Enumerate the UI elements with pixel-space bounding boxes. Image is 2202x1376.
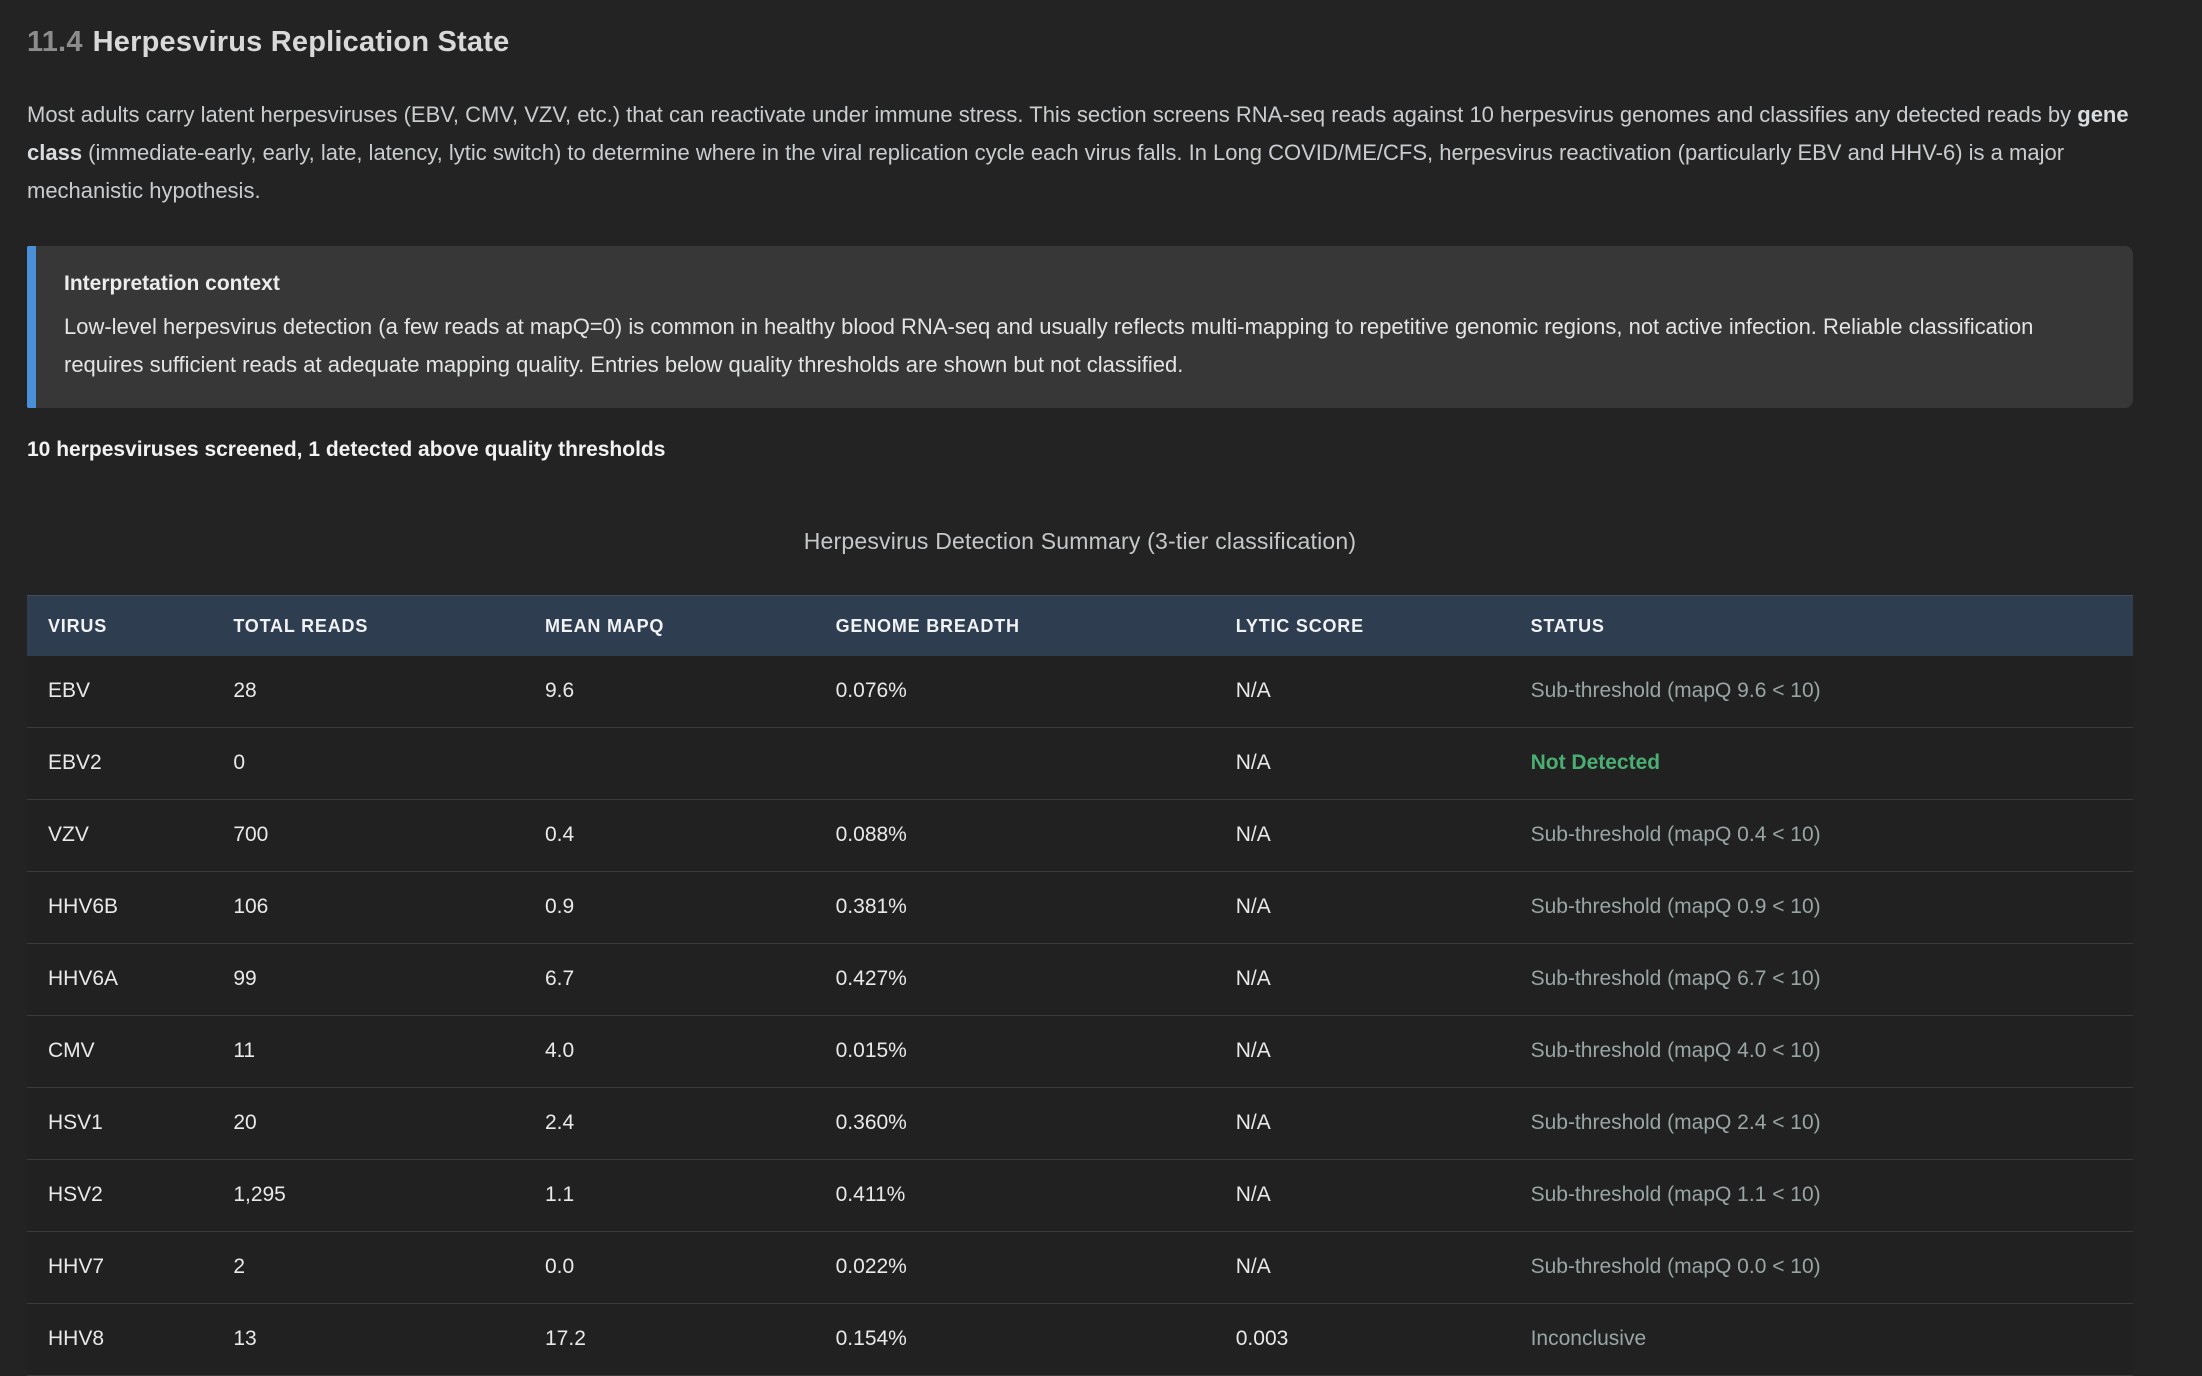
section-number: 11.4: [27, 26, 83, 58]
herpesvirus-detection-table: VIRUSTOTAL READSMEAN MAPQGENOME BREADTHL…: [27, 595, 2133, 1376]
cell-genome-breadth: 0.088%: [815, 800, 1215, 872]
cell-genome-breadth: [815, 728, 1215, 800]
cell-total-reads: 1,295: [212, 1160, 524, 1232]
cell-mean-mapq: 17.2: [524, 1304, 815, 1376]
callout-body: Low-level herpesvirus detection (a few r…: [64, 308, 2101, 384]
cell-total-reads: 2: [212, 1232, 524, 1304]
table-row-ebv2: EBV20 N/ANot Detected: [27, 728, 2133, 800]
section-heading: 11.4 Herpesvirus Replication State: [27, 24, 2133, 60]
cell-virus: HHV8: [27, 1304, 212, 1376]
cell-lytic-score: N/A: [1215, 1160, 1510, 1232]
cell-mean-mapq: [524, 728, 815, 800]
cell-status: Sub-threshold (mapQ 2.4 < 10): [1510, 1088, 2133, 1160]
cell-status: Sub-threshold (mapQ 9.6 < 10): [1510, 656, 2133, 728]
callout-title: Interpretation context: [64, 272, 2101, 296]
cell-virus: HSV2: [27, 1160, 212, 1232]
cell-lytic-score: N/A: [1215, 656, 1510, 728]
cell-genome-breadth: 0.076%: [815, 656, 1215, 728]
cell-genome-breadth: 0.381%: [815, 872, 1215, 944]
column-header-total-reads: TOTAL READS: [212, 596, 524, 657]
cell-total-reads: 28: [212, 656, 524, 728]
section-title: Herpesvirus Replication State: [93, 26, 510, 58]
table-title: Herpesvirus Detection Summary (3-tier cl…: [27, 528, 2133, 555]
table-row-vzv: VZV7000.40.088%N/ASub-threshold (mapQ 0.…: [27, 800, 2133, 872]
cell-virus: HHV6A: [27, 944, 212, 1016]
cell-mean-mapq: 9.6: [524, 656, 815, 728]
interpretation-context-callout: Interpretation context Low-level herpesv…: [27, 246, 2133, 408]
table-row-hhv6b: HHV6B1060.90.381%N/ASub-threshold (mapQ …: [27, 872, 2133, 944]
cell-virus: EBV: [27, 656, 212, 728]
table-row-hhv7: HHV720.00.022%N/ASub-threshold (mapQ 0.0…: [27, 1232, 2133, 1304]
cell-total-reads: 99: [212, 944, 524, 1016]
cell-genome-breadth: 0.154%: [815, 1304, 1215, 1376]
cell-total-reads: 13: [212, 1304, 524, 1376]
cell-total-reads: 0: [212, 728, 524, 800]
cell-lytic-score: N/A: [1215, 872, 1510, 944]
cell-lytic-score: N/A: [1215, 728, 1510, 800]
cell-status: Sub-threshold (mapQ 6.7 < 10): [1510, 944, 2133, 1016]
cell-lytic-score: N/A: [1215, 944, 1510, 1016]
cell-mean-mapq: 2.4: [524, 1088, 815, 1160]
cell-genome-breadth: 0.411%: [815, 1160, 1215, 1232]
table-header-row: VIRUSTOTAL READSMEAN MAPQGENOME BREADTHL…: [27, 596, 2133, 657]
cell-lytic-score: N/A: [1215, 1232, 1510, 1304]
cell-virus: HHV6B: [27, 872, 212, 944]
cell-total-reads: 700: [212, 800, 524, 872]
cell-virus: VZV: [27, 800, 212, 872]
cell-mean-mapq: 6.7: [524, 944, 815, 1016]
column-header-lytic-score: LYTIC SCORE: [1215, 596, 1510, 657]
cell-genome-breadth: 0.427%: [815, 944, 1215, 1016]
cell-status: Sub-threshold (mapQ 4.0 < 10): [1510, 1016, 2133, 1088]
cell-status: Sub-threshold (mapQ 1.1 < 10): [1510, 1160, 2133, 1232]
cell-status: Not Detected: [1510, 728, 2133, 800]
cell-virus: HHV7: [27, 1232, 212, 1304]
screening-summary: 10 herpesviruses screened, 1 detected ab…: [27, 438, 2133, 462]
table-row-hsv1: HSV1202.40.360%N/ASub-threshold (mapQ 2.…: [27, 1088, 2133, 1160]
cell-lytic-score: N/A: [1215, 1088, 1510, 1160]
cell-lytic-score: 0.003: [1215, 1304, 1510, 1376]
intro-paragraph: Most adults carry latent herpesviruses (…: [27, 96, 2133, 210]
cell-genome-breadth: 0.022%: [815, 1232, 1215, 1304]
cell-mean-mapq: 1.1: [524, 1160, 815, 1232]
cell-mean-mapq: 0.0: [524, 1232, 815, 1304]
table-row-ebv: EBV289.60.076%N/ASub-threshold (mapQ 9.6…: [27, 656, 2133, 728]
cell-genome-breadth: 0.015%: [815, 1016, 1215, 1088]
report-section: 11.4 Herpesvirus Replication State Most a…: [27, 24, 2133, 1376]
column-header-genome-breadth: GENOME BREADTH: [815, 596, 1215, 657]
cell-status: Sub-threshold (mapQ 0.9 < 10): [1510, 872, 2133, 944]
cell-virus: EBV2: [27, 728, 212, 800]
cell-virus: HSV1: [27, 1088, 212, 1160]
cell-status: Inconclusive: [1510, 1304, 2133, 1376]
intro-text-1: Most adults carry latent herpesviruses (…: [27, 102, 2077, 127]
table-row-hhv6a: HHV6A996.70.427%N/ASub-threshold (mapQ 6…: [27, 944, 2133, 1016]
cell-lytic-score: N/A: [1215, 800, 1510, 872]
cell-total-reads: 11: [212, 1016, 524, 1088]
cell-total-reads: 20: [212, 1088, 524, 1160]
cell-status: Sub-threshold (mapQ 0.4 < 10): [1510, 800, 2133, 872]
cell-lytic-score: N/A: [1215, 1016, 1510, 1088]
intro-text-2: (immediate-early, early, late, latency, …: [27, 140, 2064, 203]
cell-status: Sub-threshold (mapQ 0.0 < 10): [1510, 1232, 2133, 1304]
cell-total-reads: 106: [212, 872, 524, 944]
table-row-cmv: CMV114.00.015%N/ASub-threshold (mapQ 4.0…: [27, 1016, 2133, 1088]
column-header-status: STATUS: [1510, 596, 2133, 657]
column-header-mean-mapq: MEAN MAPQ: [524, 596, 815, 657]
cell-mean-mapq: 4.0: [524, 1016, 815, 1088]
cell-genome-breadth: 0.360%: [815, 1088, 1215, 1160]
table-row-hsv2: HSV21,2951.10.411%N/ASub-threshold (mapQ…: [27, 1160, 2133, 1232]
cell-virus: CMV: [27, 1016, 212, 1088]
table-row-hhv8: HHV81317.20.154%0.003Inconclusive: [27, 1304, 2133, 1376]
column-header-virus: VIRUS: [27, 596, 212, 657]
cell-mean-mapq: 0.4: [524, 800, 815, 872]
cell-mean-mapq: 0.9: [524, 872, 815, 944]
